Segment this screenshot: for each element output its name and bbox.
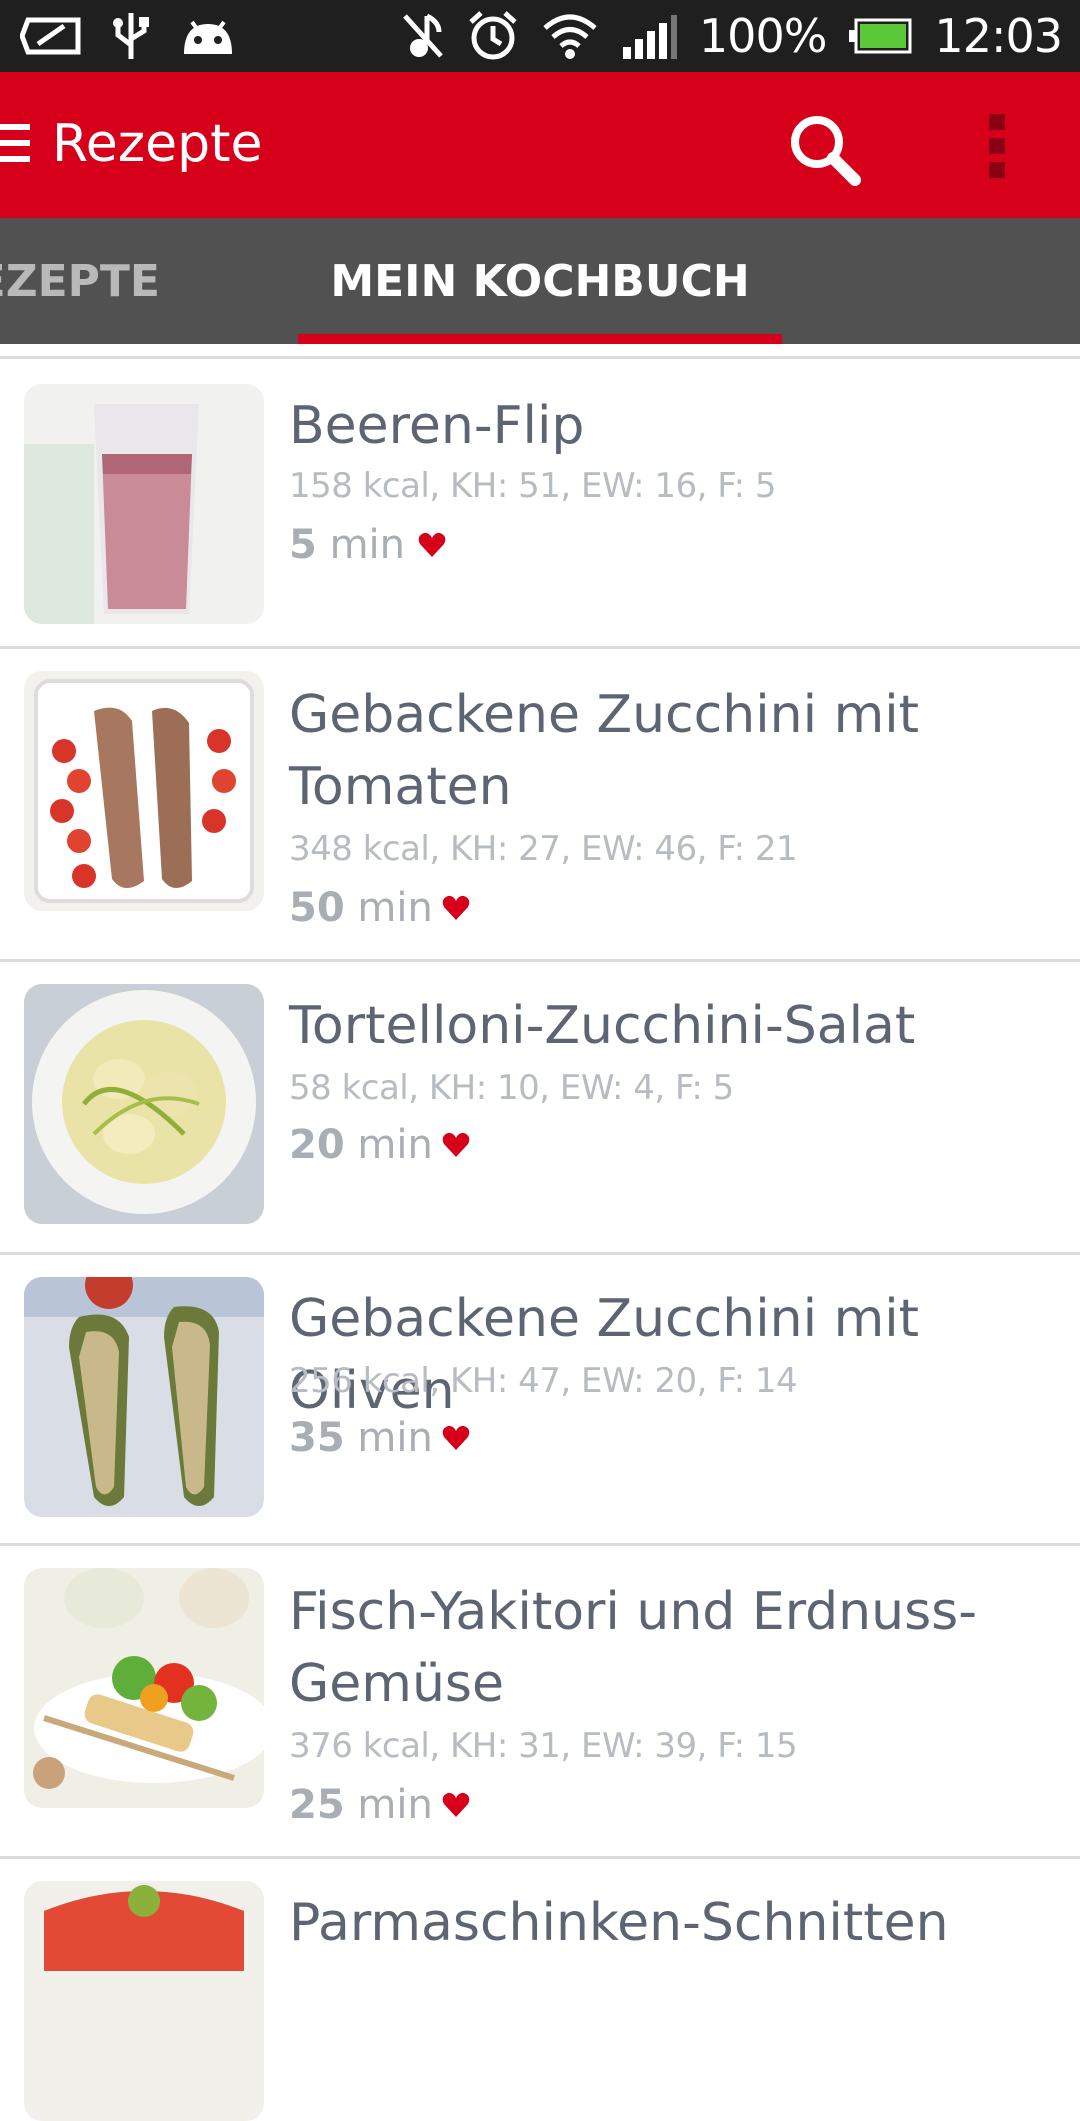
time-value: 5 xyxy=(289,522,317,568)
clock: 12:03 xyxy=(934,9,1063,63)
recipe-time: 20 min xyxy=(289,1122,433,1168)
recipe-title: Tortelloni-Zucchini-Salat xyxy=(289,996,916,1056)
recipe-nutrition: 348 kcal, KH: 27, EW: 46, F: 21 xyxy=(289,829,798,869)
time-unit: min xyxy=(357,1782,433,1828)
recipe-nutrition: 158 kcal, KH: 51, EW: 16, F: 5 xyxy=(289,466,777,506)
favorite-heart-icon[interactable] xyxy=(418,532,446,558)
recipe-title: Gebackene Zucchini mit Tomaten xyxy=(289,685,920,817)
recipe-thumbnail xyxy=(24,1568,264,1808)
recipe-item[interactable]: Gebackene Zucchini mit Tomaten 348 kcal,… xyxy=(0,649,1080,962)
android-icon xyxy=(180,16,236,56)
time-value: 25 xyxy=(289,1782,345,1828)
tab-mein-kochbuch[interactable]: MEIN KOCHBUCH xyxy=(298,218,782,344)
time-unit: min xyxy=(329,522,405,568)
recipe-title: Fisch-Yakitori und Erdnuss-Gemüse xyxy=(289,1582,978,1714)
notification-icon xyxy=(20,16,82,56)
tab-rezepte[interactable]: EZEPTE xyxy=(0,218,168,344)
favorite-heart-icon[interactable] xyxy=(442,1425,470,1451)
recipe-nutrition: 376 kcal, KH: 31, EW: 39, F: 15 xyxy=(289,1726,798,1766)
time-value: 20 xyxy=(289,1122,345,1168)
search-icon[interactable] xyxy=(785,110,865,190)
time-unit: min xyxy=(357,1415,433,1461)
signal-icon xyxy=(621,13,677,59)
recipe-nutrition: 256 kcal, KH: 47, EW: 20, F: 14 xyxy=(289,1361,798,1401)
battery-icon xyxy=(848,18,912,54)
favorite-heart-icon[interactable] xyxy=(442,1132,470,1158)
app-title[interactable]: Rezepte xyxy=(52,114,262,174)
recipe-item[interactable]: Beeren-Flip 158 kcal, KH: 51, EW: 16, F:… xyxy=(0,356,1080,649)
menu-icon[interactable] xyxy=(0,124,30,166)
recipe-time: 50 min xyxy=(289,885,433,931)
time-value: 35 xyxy=(289,1415,345,1461)
favorite-heart-icon[interactable] xyxy=(442,1792,470,1818)
recipe-item[interactable]: Parmaschinken-Schnitten xyxy=(0,1859,1080,2121)
recipe-time: 5 min xyxy=(289,522,405,568)
time-unit: min xyxy=(357,1122,433,1168)
favorite-heart-icon[interactable] xyxy=(442,895,470,921)
app-bar: Rezepte xyxy=(0,72,1080,218)
recipe-thumbnail xyxy=(24,984,264,1224)
recipe-title: Gebackene Zucchini mit Oliven xyxy=(289,1289,920,1421)
recipe-time: 25 min xyxy=(289,1782,433,1828)
recipe-title: Parmaschinken-Schnitten xyxy=(289,1893,949,1953)
time-value: 50 xyxy=(289,885,345,931)
recipe-thumbnail xyxy=(24,1277,264,1517)
wifi-icon xyxy=(541,12,599,60)
usb-icon xyxy=(110,11,152,61)
time-unit: min xyxy=(357,885,433,931)
recipe-thumbnail xyxy=(24,1881,264,2121)
recipe-time: 35 min xyxy=(289,1415,433,1461)
overflow-icon[interactable] xyxy=(985,114,1009,178)
recipe-nutrition: 58 kcal, KH: 10, EW: 4, F: 5 xyxy=(289,1068,734,1108)
recipe-item[interactable]: Tortelloni-Zucchini-Salat 58 kcal, KH: 1… xyxy=(0,962,1080,1255)
tab-bar: EZEPTE MEIN KOCHBUCH xyxy=(0,218,1080,344)
tab-indicator xyxy=(298,334,782,344)
recipe-item[interactable]: Gebackene Zucchini mit Oliven 256 kcal, … xyxy=(0,1255,1080,1546)
recipe-title: Beeren-Flip xyxy=(289,396,585,456)
alarm-icon xyxy=(467,10,519,62)
status-bar: 100% 12:03 xyxy=(0,0,1080,72)
recipe-item[interactable]: Fisch-Yakitori und Erdnuss-Gemüse 376 kc… xyxy=(0,1546,1080,1859)
mute-icon xyxy=(401,12,445,60)
battery-percent: 100% xyxy=(698,9,828,63)
recipe-thumbnail xyxy=(24,671,264,911)
recipe-thumbnail xyxy=(24,384,264,624)
